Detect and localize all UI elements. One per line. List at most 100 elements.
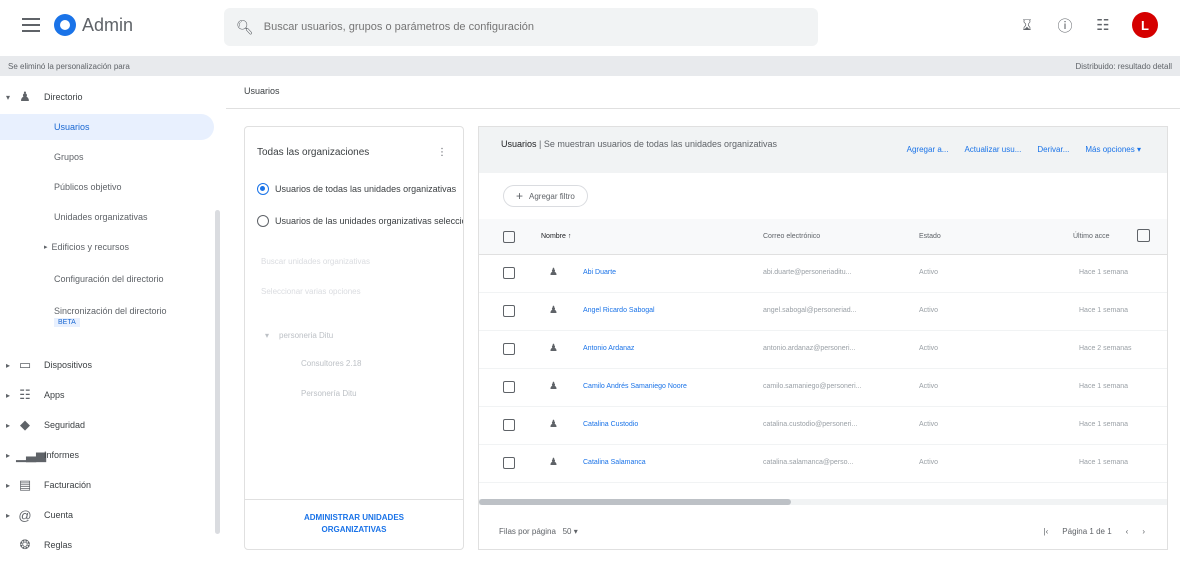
prev-page-icon[interactable]: ‹: [1126, 527, 1129, 536]
sidebar-item-label: Dispositivos: [44, 360, 93, 370]
account-avatar[interactable]: L: [1132, 12, 1158, 38]
sidebar-item-directory-sync[interactable]: Sincronización del directorio BETA: [0, 298, 214, 334]
hourglass-icon[interactable]: ⌛︎: [1018, 17, 1036, 34]
user-status: Activo: [919, 345, 939, 352]
column-email-header[interactable]: Correo electrónico: [763, 233, 820, 240]
row-checkbox[interactable]: [503, 381, 515, 393]
sidebar-item-billing[interactable]: ▸ ▤ Facturación: [0, 472, 214, 498]
add-to-button[interactable]: Agregar a...: [907, 145, 949, 154]
sidebar-item-label: Facturación: [44, 480, 92, 490]
row-checkbox[interactable]: [503, 343, 515, 355]
user-name-link[interactable]: Angel Ricardo Sabogal: [583, 307, 655, 314]
table-row[interactable]: ♟︎ Catalina Custodio catalina.custodio@per…: [479, 407, 1167, 445]
expand-right-icon: ▸: [6, 480, 11, 490]
org-tree-item[interactable]: Consultores 2.18: [301, 359, 361, 368]
sidebar-item-users[interactable]: Usuarios: [0, 114, 214, 140]
search-icon[interactable]: 🔍︎: [236, 19, 254, 36]
search-bar[interactable]: 🔍︎: [224, 8, 818, 46]
add-filter-label: Agregar filtro: [529, 191, 575, 201]
user-name-link[interactable]: Antonio Ardanaz: [583, 345, 634, 352]
apps-grid-icon[interactable]: ☷: [1094, 16, 1112, 34]
radio-selected-icon[interactable]: [257, 183, 269, 195]
column-settings-icon[interactable]: [1137, 229, 1150, 242]
sidebar-item-directory[interactable]: ▾ ♟︎ Directorio: [0, 84, 214, 110]
user-name-link[interactable]: Abi Duarte: [583, 269, 616, 276]
table-footer: Filas por página 50 ▾ |‹ Página 1 de 1 ‹…: [479, 513, 1167, 549]
column-status-header[interactable]: Estado: [919, 233, 941, 240]
expand-right-icon: ▸: [6, 450, 11, 460]
main-menu-icon[interactable]: [22, 18, 40, 32]
users-panel-header: Usuarios | Se muestran usuarios de todas…: [479, 127, 1167, 173]
people-icon: ♟︎: [19, 89, 31, 104]
more-options-button[interactable]: Más opciones ▾: [1085, 145, 1141, 154]
rules-icon: ❂: [19, 537, 31, 552]
select-all-checkbox[interactable]: [503, 231, 515, 243]
expand-right-icon: ▸: [44, 244, 48, 251]
first-page-icon[interactable]: |‹: [1044, 527, 1049, 536]
row-checkbox[interactable]: [503, 457, 515, 469]
admin-logo[interactable]: Admin: [54, 14, 133, 36]
sidebar-item-org-units[interactable]: Unidades organizativas: [0, 204, 214, 230]
help-icon[interactable]: ⓘ: [1056, 15, 1074, 36]
sidebar-item-label: Grupos: [54, 152, 84, 162]
tree-collapse-icon[interactable]: ▾: [265, 331, 269, 340]
manage-org-units-button[interactable]: ADMINISTRAR UNIDADES ORGANIZATIVAS: [245, 499, 463, 549]
sidebar-item-account[interactable]: ▸ @ Cuenta: [0, 502, 214, 528]
sidebar-item-label: Sincronización del directorio: [54, 305, 167, 316]
add-filter-button[interactable]: + Agregar filtro: [503, 185, 588, 207]
beta-badge: BETA: [54, 317, 80, 327]
sidebar-item-buildings[interactable]: ▸ Edificios y recursos: [0, 234, 214, 260]
scrollbar-thumb[interactable]: [479, 499, 791, 505]
rows-per-page-select[interactable]: 50 ▾: [563, 527, 578, 536]
table-row[interactable]: ♟︎ Catalina Salamanca catalina.salamanca@p…: [479, 445, 1167, 483]
org-tree-root[interactable]: personeria Ditu: [279, 331, 333, 340]
button-label: Más opciones: [1085, 145, 1135, 154]
row-checkbox[interactable]: [503, 419, 515, 431]
next-page-icon[interactable]: ›: [1142, 527, 1145, 536]
table-row[interactable]: ♟︎ Antonio Ardanaz antonio.ardanaz@persone…: [479, 331, 1167, 369]
user-status: Activo: [919, 383, 939, 390]
notice-right-link[interactable]: Distribuido: resultado detall: [1076, 62, 1173, 71]
table-row[interactable]: ♟︎ Camilo Andrés Samaniego Noore camilo.sa…: [479, 369, 1167, 407]
user-name-link[interactable]: Catalina Custodio: [583, 421, 638, 428]
search-input[interactable]: [263, 21, 804, 33]
column-last-login-header[interactable]: Último acce: [1073, 233, 1110, 240]
sidebar-item-apps[interactable]: ▸ ☷ Apps: [0, 382, 214, 408]
users-panel-title: Usuarios | Se muestran usuarios de todas…: [501, 139, 791, 150]
radio-label: Usuarios de todas las unidades organizat…: [275, 184, 457, 194]
users-title-bold: Usuarios: [501, 139, 537, 149]
row-checkbox[interactable]: [503, 267, 515, 279]
sidebar-scrollbar[interactable]: [215, 210, 220, 534]
radio-all-org-units[interactable]: Usuarios de todas las unidades organizat…: [257, 183, 463, 195]
radio-unselected-icon[interactable]: [257, 215, 269, 227]
table-row[interactable]: ♟︎ Abi Duarte abi.duarte@personeriaditu...…: [479, 255, 1167, 293]
column-name-header[interactable]: Nombre ↑: [541, 233, 571, 240]
more-vert-icon[interactable]: ⋮: [437, 147, 447, 158]
apps-icon: ☷: [19, 387, 31, 402]
notice-strip: Se eliminó la personalización para Distr…: [0, 56, 1180, 76]
org-tree-item[interactable]: Personería Ditu: [301, 389, 357, 398]
sidebar-item-label: Edificios y recursos: [51, 242, 130, 252]
page-indicator: Página 1 de 1: [1062, 527, 1112, 536]
horizontal-scrollbar[interactable]: [479, 499, 1167, 505]
sidebar-item-label: Unidades organizativas: [54, 212, 148, 222]
table-row[interactable]: ♟︎ Angel Ricardo Sabogal angel.sabogal@per…: [479, 293, 1167, 331]
sidebar-item-devices[interactable]: ▸ ▭ Dispositivos: [0, 352, 214, 378]
update-users-button[interactable]: Actualizar usu...: [964, 145, 1021, 154]
user-email: angel.sabogal@personeriad...: [763, 307, 857, 314]
sidebar-item-rules[interactable]: ❂ Reglas: [0, 532, 214, 558]
sidebar-item-reports[interactable]: ▸ ▁▃▅ Informes: [0, 442, 214, 468]
sidebar-item-security[interactable]: ▸ ◆ Seguridad: [0, 412, 214, 438]
sidebar-item-audiences[interactable]: Públicos objetivo: [0, 174, 214, 200]
sidebar-item-groups[interactable]: Grupos: [0, 144, 214, 170]
radio-selected-org-units[interactable]: Usuarios de las unidades organizativas s…: [257, 215, 463, 227]
sidebar-item-directory-settings[interactable]: Configuración del directorio: [0, 266, 214, 292]
derive-button[interactable]: Derivar...: [1037, 145, 1069, 154]
users-title-desc: | Se muestran usuarios de todas las unid…: [536, 139, 777, 149]
sidebar-item-label: Apps: [44, 390, 65, 400]
user-avatar-icon: ♟︎: [549, 267, 558, 278]
expand-down-icon: ▾: [6, 92, 11, 102]
user-name-link[interactable]: Catalina Salamanca: [583, 459, 646, 466]
row-checkbox[interactable]: [503, 305, 515, 317]
user-name-link[interactable]: Camilo Andrés Samaniego Noore: [583, 383, 687, 390]
